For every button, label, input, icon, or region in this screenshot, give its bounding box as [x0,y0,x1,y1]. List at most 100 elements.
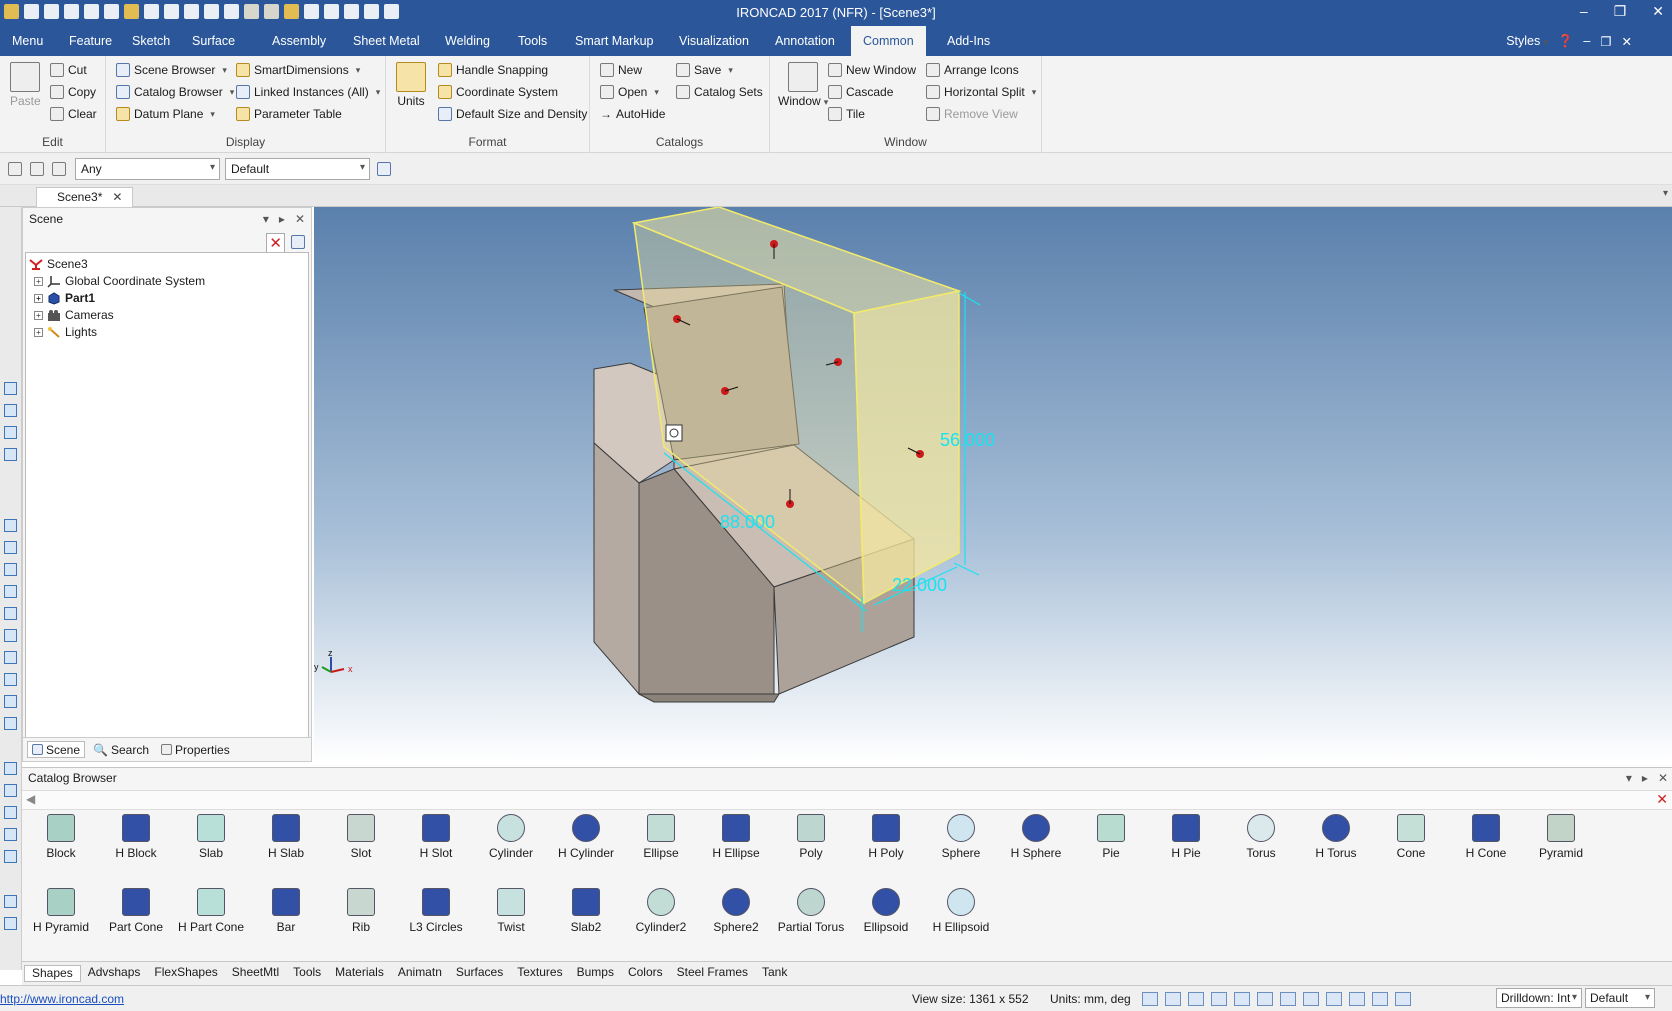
catalog-shape-slab[interactable]: Slab [174,814,248,860]
orbit-icon[interactable] [4,762,17,775]
units-button[interactable]: Units [396,62,426,108]
dimension-length[interactable]: 88.000 [720,512,775,532]
view-wire-icon[interactable] [4,695,17,708]
catalog-shape-h-poly[interactable]: H Poly [849,814,923,860]
catalog-shape-h-pyramid[interactable]: H Pyramid [24,888,98,934]
default-size-density-button[interactable]: Default Size and Density [438,107,587,121]
styles-menu[interactable]: Styles [1506,34,1548,49]
catalog-shape-h-pie[interactable]: H Pie [1149,814,1223,860]
arrange-icons-button[interactable]: Arrange Icons [926,63,1019,77]
catalog-tab-sheetmtl[interactable]: SheetMtl [225,965,286,982]
select-box-icon[interactable] [52,162,66,176]
parameter-table-button[interactable]: Parameter Table [236,107,342,121]
minimize-ribbon-icon[interactable]: – [1583,34,1590,49]
drilldown-combo[interactable]: Drilldown: Int [1496,988,1582,1008]
catalog-shape-ellipse[interactable]: Ellipse [624,814,698,860]
close-doc-icon[interactable]: ✕ [1622,34,1632,49]
catalog-shape-part-cone[interactable]: Part Cone [99,888,173,934]
tab-scene[interactable]: Scene [27,741,86,758]
catalog-shape-l3-circles[interactable]: L3 Circles [399,888,473,934]
catalog-shape-poly[interactable]: Poly [774,814,848,860]
catalog-tab-materials[interactable]: Materials [328,965,391,982]
remove-view-button[interactable]: Remove View [926,107,1018,121]
tree-node-cameras[interactable]: + Cameras [34,308,114,322]
restore-icon[interactable]: ❐ [1614,3,1627,20]
view-left-icon[interactable] [4,563,17,576]
zoom-icon[interactable] [4,806,17,819]
tile-button[interactable]: Tile [828,107,865,121]
catalog-shape-h-block[interactable]: H Block [99,814,173,860]
catalog-browser-button[interactable]: Catalog Browser [116,85,234,99]
tab-surface[interactable]: Surface [180,26,247,56]
tab-properties[interactable]: Properties [157,741,234,758]
expand-icon[interactable]: + [34,293,43,303]
tab-feature[interactable]: Feature [57,26,124,56]
catalog-tab-surfaces[interactable]: Surfaces [449,965,510,982]
catalog-shape-h-sphere[interactable]: H Sphere [999,814,1073,860]
catalog-tab-bumps[interactable]: Bumps [570,965,621,982]
tab-list-chevron-icon[interactable]: ▾ [1663,188,1668,199]
section-icon[interactable] [1280,992,1296,1006]
tab-visualization[interactable]: Visualization [667,26,761,56]
tab-search[interactable]: 🔍 Search [89,741,153,758]
style-combo[interactable]: Default [225,158,370,180]
3d-viewport[interactable]: 56.000 88.000 22.000 z y x [314,207,1672,762]
tab-annotation[interactable]: Annotation [763,26,847,56]
view-tool-icon[interactable] [4,448,17,461]
catalog-shape-h-ellipse[interactable]: H Ellipse [699,814,773,860]
selection-filter-combo[interactable]: Any [75,158,220,180]
display-icon[interactable] [1257,992,1273,1006]
transform-icon[interactable] [1349,992,1365,1006]
handle-snapping-button[interactable]: Handle Snapping [438,63,548,77]
back-arrow-icon[interactable]: ◀ [26,792,35,806]
panel-menu-chevron-icon[interactable]: ▾ [263,212,269,226]
catalog-tab-tools[interactable]: Tools [286,965,328,982]
zoom-fit-icon[interactable] [1142,992,1158,1006]
dimension-width[interactable]: 22.000 [892,575,947,595]
clear-icon[interactable]: ✕ [1656,791,1668,808]
new-catalog-button[interactable]: New [600,63,642,77]
view-right-icon[interactable] [4,585,17,598]
view-tool-icon[interactable] [4,426,17,439]
smart-dimensions-button[interactable]: SmartDimensions [236,63,360,77]
select-icon[interactable] [1372,992,1388,1006]
help-icon[interactable]: ❓ [1558,34,1574,49]
horizontal-split-button[interactable]: Horizontal Split [926,85,1036,99]
pointer-icon[interactable] [1395,992,1411,1006]
catalog-tab-textures[interactable]: Textures [510,965,569,982]
tree-node-lights[interactable]: + Lights [34,325,97,339]
cut-button[interactable]: Cut [50,63,87,77]
box-icon[interactable] [1326,992,1342,1006]
ruler-icon[interactable] [4,917,17,930]
render-mode-icon[interactable] [1211,992,1227,1006]
catalog-shape-pie[interactable]: Pie [1074,814,1148,860]
tab-welding[interactable]: Welding [433,26,502,56]
coordinate-system-button[interactable]: Coordinate System [438,85,558,99]
minimize-icon[interactable]: – [1580,3,1588,20]
anchor-icon[interactable] [665,424,683,442]
glasses-icon[interactable] [1303,992,1319,1006]
catalog-shape-h-part-cone[interactable]: H Part Cone [174,888,248,934]
doc-tab-scene3[interactable]: Scene3* ✕ [36,187,134,207]
pan-icon[interactable] [4,784,17,797]
catalog-shape-torus[interactable]: Torus [1224,814,1298,860]
catalog-shape-cylinder[interactable]: Cylinder [474,814,548,860]
catalog-sets-button[interactable]: Catalog Sets [676,85,763,99]
status-style-combo[interactable]: Default [1585,988,1655,1008]
close-icon[interactable]: ✕ [1658,771,1668,785]
cascade-button[interactable]: Cascade [828,85,893,99]
catalog-shape-rib[interactable]: Rib [324,888,398,934]
catalog-shape-h-torus[interactable]: H Torus [1299,814,1373,860]
copy-button[interactable]: Copy [50,85,96,99]
view-front-icon[interactable] [4,519,17,532]
catalog-tab-steel-frames[interactable]: Steel Frames [670,965,755,982]
catalog-shape-slab2[interactable]: Slab2 [549,888,623,934]
tree-filter-icon[interactable] [291,235,305,249]
open-catalog-button[interactable]: Open [600,85,659,99]
restore-doc-icon[interactable]: ❐ [1600,34,1611,49]
tab-assembly[interactable]: Assembly [260,26,338,56]
catalog-shape-h-cylinder[interactable]: H Cylinder [549,814,623,860]
catalog-shape-sphere[interactable]: Sphere [924,814,998,860]
camera-icon[interactable] [1234,992,1250,1006]
view-iso-icon[interactable] [4,651,17,664]
